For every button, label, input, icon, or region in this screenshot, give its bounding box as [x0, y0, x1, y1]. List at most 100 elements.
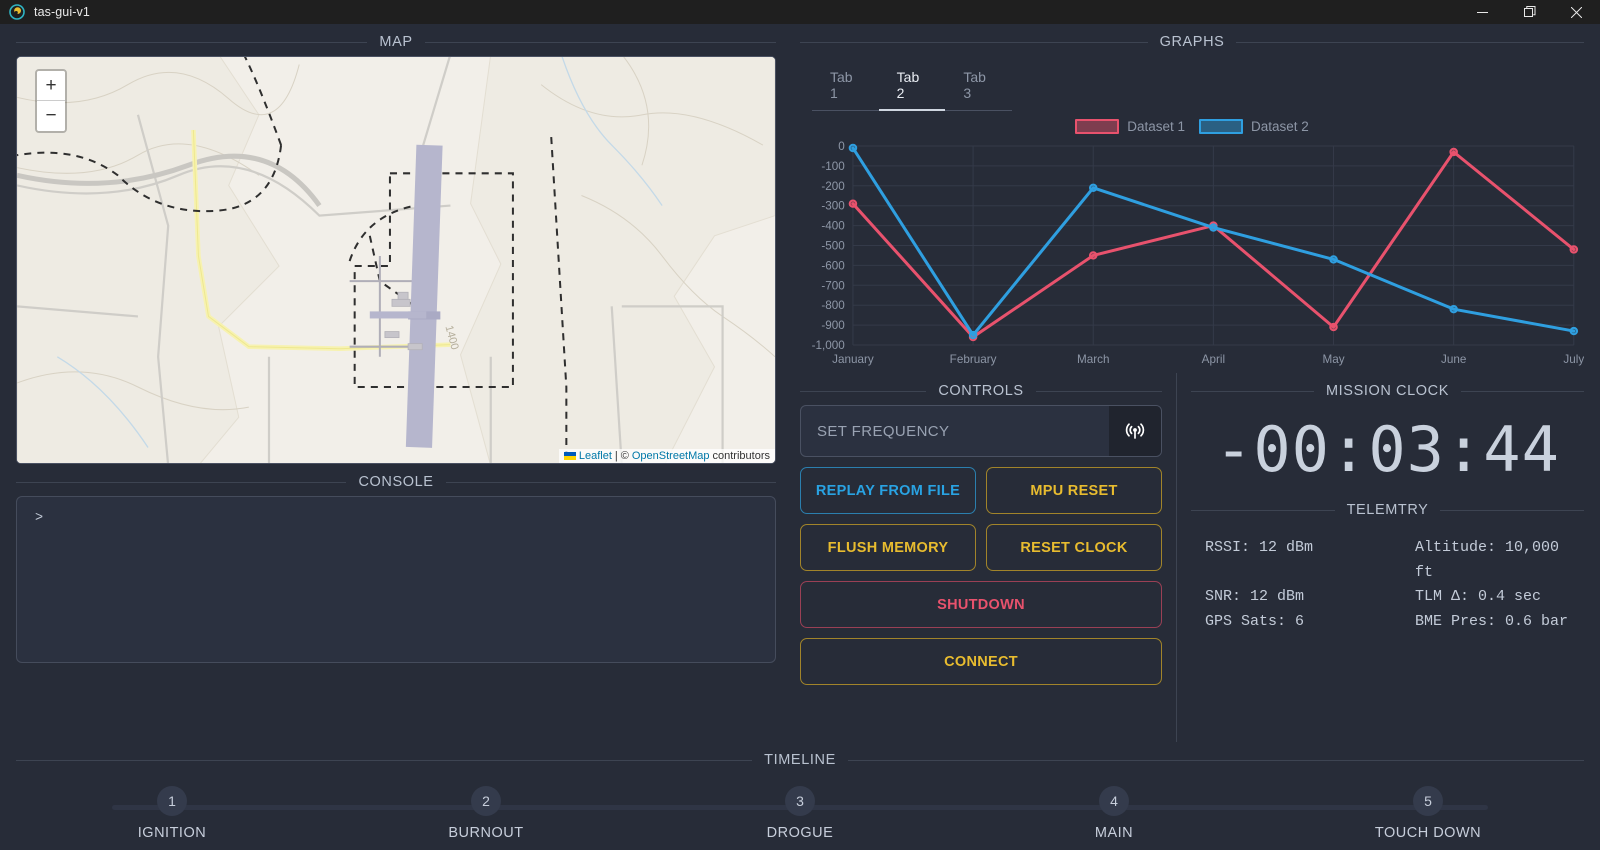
- console-panel[interactable]: >: [16, 496, 776, 663]
- map-panel[interactable]: 1400 + − Leaflet | © OpenStreetMap contr…: [16, 56, 776, 464]
- ukraine-flag-icon: [563, 452, 576, 460]
- svg-text:January: January: [832, 353, 874, 366]
- tab-1[interactable]: Tab 1: [812, 62, 879, 111]
- timeline-step-label: MAIN: [1094, 825, 1134, 841]
- timeline-steps: 1 IGNITION 2 BURNOUT 3 DROGUE 4 MAIN 5 T…: [112, 786, 1488, 850]
- mission-clock-section: MISSION CLOCK -00:03:44 TELEMTRY RSSI: 1…: [1176, 373, 1584, 742]
- timeline-step-number[interactable]: 5: [1413, 786, 1443, 816]
- zoom-out-button[interactable]: −: [37, 101, 65, 131]
- svg-text:-700: -700: [821, 279, 844, 292]
- flush-memory-button[interactable]: FLUSH MEMORY: [800, 524, 976, 571]
- timeline-heading-label: TIMELINE: [764, 752, 836, 768]
- controls-section: CONTROLS REPLAY FROM FILE: [800, 373, 1176, 742]
- telemetry-rssi: RSSI: 12 dBm: [1205, 539, 1314, 556]
- telemetry-altitude: Altitude: 10,000 ft: [1415, 539, 1560, 581]
- connect-button[interactable]: CONNECT: [800, 638, 1162, 685]
- telemetry-header: TELEMTRY: [1191, 492, 1584, 524]
- close-button[interactable]: [1553, 0, 1600, 24]
- app-logo-icon: [9, 4, 25, 20]
- attribution-suffix: contributors: [712, 450, 770, 462]
- controls-heading-label: CONTROLS: [938, 383, 1024, 399]
- telemetry-tlm-delta: TLM Δ: 0.4 sec: [1415, 588, 1542, 605]
- svg-text:-400: -400: [821, 220, 844, 233]
- telemetry-bme-pres: BME Pres: 0.6 bar: [1415, 612, 1569, 630]
- tab-2[interactable]: Tab 2: [878, 62, 946, 111]
- timeline-step-number[interactable]: 3: [785, 786, 815, 816]
- broadcast-tower-icon[interactable]: [1109, 406, 1161, 456]
- shutdown-button[interactable]: SHUTDOWN: [800, 581, 1162, 628]
- map-heading-label: MAP: [379, 34, 413, 50]
- svg-text:-1,000: -1,000: [812, 339, 845, 352]
- svg-text:-200: -200: [821, 180, 844, 193]
- leaflet-link[interactable]: Leaflet: [579, 450, 612, 462]
- control-button-row-4: CONNECT: [800, 638, 1162, 685]
- graphs-heading-label: GRAPHS: [1159, 34, 1225, 50]
- svg-text:-300: -300: [821, 200, 844, 213]
- minimize-button[interactable]: [1459, 0, 1506, 24]
- copyright-symbol: ©: [620, 450, 629, 462]
- timeline-step-label: IGNITION: [137, 825, 207, 841]
- svg-text:March: March: [1077, 353, 1110, 366]
- svg-text:May: May: [1322, 353, 1344, 366]
- timeline-step-number[interactable]: 1: [157, 786, 187, 816]
- svg-text:-900: -900: [821, 319, 844, 332]
- timeline-step-touch-down[interactable]: 5 TOUCH DOWN: [1368, 786, 1488, 850]
- openstreetmap-link[interactable]: OpenStreetMap: [632, 450, 710, 462]
- timeline-track: 1 IGNITION 2 BURNOUT 3 DROGUE 4 MAIN 5 T…: [112, 786, 1488, 850]
- graph-tabs: Tab 1 Tab 2 Tab 3: [812, 62, 1012, 111]
- map-attribution: Leaflet | © OpenStreetMap contributors: [558, 449, 775, 463]
- svg-text:-600: -600: [821, 259, 844, 272]
- mission-clock-value: -00:03:44: [1215, 413, 1560, 486]
- window-titlebar: tas-gui-v1: [0, 0, 1600, 24]
- svg-text:-500: -500: [821, 240, 844, 253]
- map-tiles: 1400: [17, 57, 775, 463]
- graphs-section-header: GRAPHS: [800, 24, 1584, 56]
- legend-item-dataset-2[interactable]: Dataset 2: [1199, 119, 1309, 134]
- svg-text:July: July: [1563, 353, 1584, 366]
- tab-3[interactable]: Tab 3: [945, 62, 1012, 111]
- right-column: GRAPHS Tab 1 Tab 2 Tab 3 Dataset 1 Datas…: [792, 24, 1600, 742]
- reset-clock-button[interactable]: RESET CLOCK: [986, 524, 1162, 571]
- timeline-step-burnout[interactable]: 2 BURNOUT: [426, 786, 546, 850]
- telemetry-heading-label: TELEMTRY: [1346, 502, 1429, 518]
- timeline-section-header: TIMELINE: [16, 742, 1584, 774]
- timeline-step-label: TOUCH DOWN: [1374, 825, 1482, 841]
- zoom-in-button[interactable]: +: [37, 71, 65, 101]
- console-heading-label: CONSOLE: [358, 474, 434, 490]
- maximize-button[interactable]: [1506, 0, 1553, 24]
- chart-canvas: 0 -100 -200 -300 -400 -500 -600 -700 -800 -900 -1,…: [812, 140, 1584, 366]
- window-title: tas-gui-v1: [34, 5, 90, 19]
- replay-from-file-button[interactable]: REPLAY FROM FILE: [800, 467, 976, 514]
- controls-section-header: CONTROLS: [800, 373, 1162, 405]
- legend-item-dataset-1[interactable]: Dataset 1: [1075, 119, 1185, 134]
- svg-text:-100: -100: [821, 160, 844, 173]
- telemetry-readouts: RSSI: 12 dBm Altitude: 10,000 ft SNR: 12…: [1191, 524, 1584, 634]
- legend-swatch-dataset-1: [1075, 119, 1120, 134]
- legend-label-dataset-2: Dataset 2: [1251, 119, 1309, 134]
- svg-text:0: 0: [838, 140, 845, 153]
- set-frequency-input[interactable]: [801, 406, 1109, 456]
- legend-label-dataset-1: Dataset 1: [1127, 119, 1185, 134]
- mission-clock-header: MISSION CLOCK: [1191, 373, 1584, 405]
- map-zoom-controls[interactable]: + −: [35, 69, 67, 133]
- console-section-header: CONSOLE: [16, 464, 776, 496]
- control-button-row-1: REPLAY FROM FILE MPU RESET: [800, 467, 1162, 514]
- timeline-step-number[interactable]: 2: [471, 786, 501, 816]
- svg-text:June: June: [1441, 353, 1466, 366]
- telemetry-snr: SNR: 12 dBm: [1205, 588, 1305, 605]
- control-button-row-3: SHUTDOWN: [800, 581, 1162, 628]
- timeline-step-number[interactable]: 4: [1099, 786, 1129, 816]
- timeline-step-drogue[interactable]: 3 DROGUE: [740, 786, 860, 850]
- map-section-header: MAP: [16, 24, 776, 56]
- timeline-step-main[interactable]: 4 MAIN: [1054, 786, 1174, 850]
- mission-clock-heading-label: MISSION CLOCK: [1326, 383, 1450, 399]
- frequency-row: [800, 405, 1162, 457]
- window-controls: [1459, 0, 1600, 24]
- mpu-reset-button[interactable]: MPU RESET: [986, 467, 1162, 514]
- line-chart[interactable]: 0 -100 -200 -300 -400 -500 -600 -700 -800 -900 -1,…: [800, 138, 1584, 373]
- chart-legend: Dataset 1 Dataset 2: [800, 119, 1584, 134]
- timeline-step-ignition[interactable]: 1 IGNITION: [112, 786, 232, 850]
- telemetry-gps-sats: GPS Sats: 6: [1205, 612, 1305, 630]
- attribution-separator: |: [614, 450, 618, 462]
- legend-swatch-dataset-2: [1199, 119, 1243, 134]
